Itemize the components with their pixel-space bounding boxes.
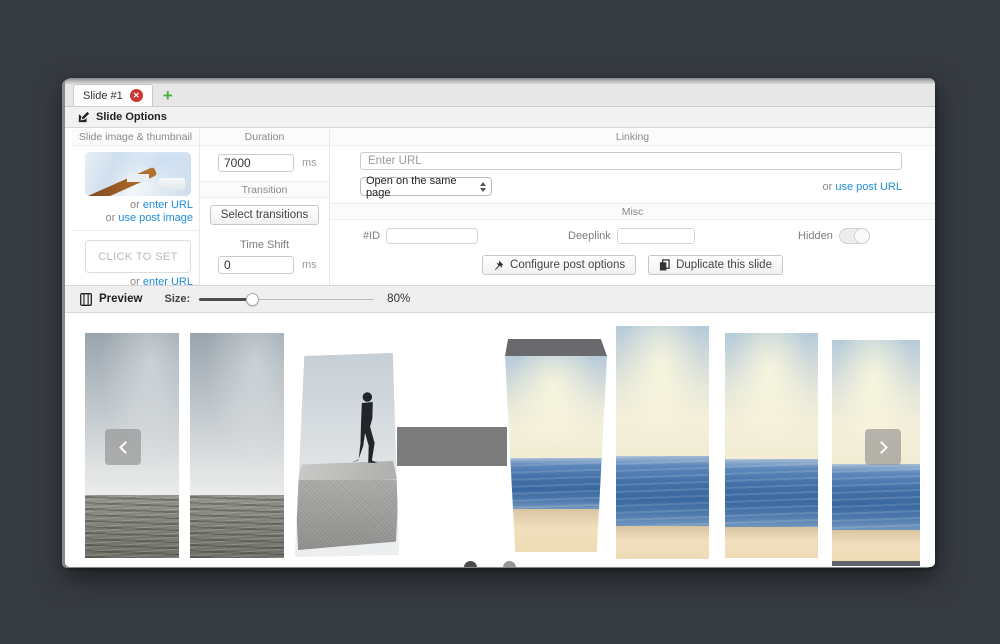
slide-options-body: Slide image & thumbnail or enter URL or … (65, 129, 935, 285)
slider-track-filled (199, 298, 253, 301)
hidden-toggle[interactable] (839, 228, 870, 244)
duplicate-icon (659, 259, 670, 271)
strip-sky (85, 333, 179, 495)
podium-front (295, 480, 399, 550)
select-arrows-icon (480, 182, 486, 192)
strip-sea (505, 458, 607, 509)
preview-strip-6 (725, 333, 818, 558)
strip-ground (85, 495, 179, 558)
podium-top (297, 461, 397, 483)
strip-sand (832, 530, 920, 561)
strip-sea (616, 456, 709, 526)
businessman-figure (350, 390, 381, 467)
id-label: #ID (363, 230, 380, 242)
select-transitions-button[interactable]: Select transitions (210, 205, 320, 225)
preview-strip-2 (190, 333, 284, 558)
link-url-input[interactable] (360, 152, 902, 170)
enter-url-link[interactable]: enter URL (143, 199, 193, 211)
divider (72, 230, 199, 231)
post-url-links: or use post URL (823, 181, 903, 193)
tab-label: Slide #1 (83, 90, 123, 102)
transition-header: Transition (200, 181, 329, 198)
preview-strip-4 (505, 356, 607, 552)
edit-icon (78, 111, 90, 123)
or-text: or (106, 212, 119, 224)
image-column-header: Slide image & thumbnail (72, 129, 199, 146)
tab-slide-1[interactable]: Slide #1 ✕ (73, 84, 153, 106)
slider-track-empty (253, 299, 374, 301)
use-post-url-link[interactable]: use post URL (835, 181, 902, 193)
toggle-knob (854, 228, 870, 244)
slider-handle[interactable] (246, 293, 259, 306)
misc-fields-row: #ID Deeplink Hidden (330, 228, 935, 246)
duration-unit: ms (302, 157, 317, 169)
next-slide-button[interactable] (865, 429, 901, 465)
strip-sky (725, 333, 818, 459)
duration-input[interactable] (218, 154, 294, 172)
id-input[interactable] (386, 228, 478, 244)
link-target-value: Open on the same page (366, 175, 480, 199)
configure-post-options-button[interactable]: Configure post options (482, 255, 636, 275)
chevron-right-icon (875, 441, 888, 454)
pagination-dot-active[interactable] (464, 561, 477, 567)
linking-misc-column: Linking Open on the same page or use pos… (330, 129, 935, 285)
deeplink-input[interactable] (617, 228, 695, 244)
configure-post-options-label: Configure post options (510, 259, 625, 271)
pushpin-icon (493, 260, 504, 271)
film-icon (80, 293, 92, 306)
preview-size-value: 80% (387, 293, 410, 305)
preview-size-label: Size: (164, 293, 190, 305)
link-target-select[interactable]: Open on the same page (360, 177, 492, 196)
time-shift-unit: ms (302, 259, 317, 271)
preview-strip-3 (295, 353, 399, 557)
strip-sky (190, 333, 284, 495)
close-slide-icon[interactable]: ✕ (130, 89, 143, 102)
time-shift-input[interactable] (218, 256, 294, 274)
slide-tab-bar: Slide #1 ✕ + (65, 84, 935, 107)
or-text: or (130, 199, 143, 211)
duplicate-slide-label: Duplicate this slide (676, 259, 772, 271)
or-text: or (823, 181, 836, 193)
use-post-image-link[interactable]: use post image (118, 212, 193, 224)
slider-preview-canvas (65, 313, 935, 567)
slide-options-title: Slide Options (96, 111, 167, 123)
preview-gray-bar (397, 427, 507, 466)
preview-strip-4-top-face (505, 339, 607, 356)
image-links: or enter URL or use post image (72, 199, 199, 225)
misc-header: Misc (330, 203, 935, 220)
strip-sand (616, 526, 709, 559)
timing-column: Duration ms Transition Select transition… (200, 129, 330, 285)
prev-slide-button[interactable] (105, 429, 141, 465)
time-shift-label: Time Shift (200, 239, 329, 251)
linking-header: Linking (330, 129, 935, 146)
strip-sand (505, 509, 607, 552)
slide-options-header: Slide Options (65, 107, 935, 128)
add-slide-icon[interactable]: + (163, 87, 173, 104)
strip-ground (190, 495, 284, 558)
preview-label: Preview (99, 293, 142, 305)
strip-sky (616, 326, 709, 456)
preview-bar: Preview Size: 80% (65, 285, 935, 313)
chevron-left-icon (119, 441, 132, 454)
duration-header: Duration (200, 129, 329, 146)
duplicate-slide-button[interactable]: Duplicate this slide (648, 255, 783, 275)
strip-sea (725, 459, 818, 527)
slide-editor-window: Slide #1 ✕ + Slide Options Slide image &… (65, 78, 935, 567)
pagination-dot[interactable] (503, 561, 516, 567)
strip-sand (725, 527, 818, 559)
strip-sky (505, 356, 607, 458)
preview-size-slider[interactable] (199, 293, 374, 306)
image-column: Slide image & thumbnail or enter URL or … (72, 129, 200, 285)
thumbnail-click-to-set[interactable]: CLICK TO SET (85, 240, 191, 273)
preview-strip-5 (616, 326, 709, 559)
slide-thumbnail[interactable] (85, 152, 191, 196)
strip-sea (832, 464, 920, 530)
deeplink-label: Deeplink (568, 230, 611, 242)
hidden-label: Hidden (798, 230, 833, 242)
